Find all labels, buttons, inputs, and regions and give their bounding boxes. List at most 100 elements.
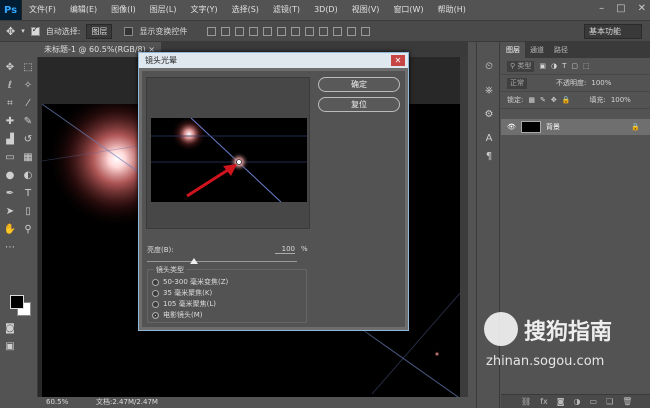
lens-option-105mm[interactable]: 105 毫米聚焦(L) bbox=[152, 299, 216, 309]
auto-select-checkbox[interactable] bbox=[30, 25, 40, 36]
menu-window[interactable]: 窗口(W) bbox=[386, 0, 430, 20]
blur-tool-icon[interactable]: ● bbox=[3, 169, 17, 183]
dodge-tool-icon[interactable]: ◐ bbox=[21, 169, 35, 183]
opacity-value[interactable]: 100% bbox=[591, 79, 611, 87]
pen-tool-icon[interactable]: ✒ bbox=[3, 187, 17, 201]
brush-tool-icon[interactable]: ✎ bbox=[21, 115, 35, 129]
lens-option-zoom[interactable]: 50-300 毫米变焦(Z) bbox=[152, 277, 228, 287]
distribute-right-icon[interactable] bbox=[361, 26, 371, 36]
properties-panel-icon[interactable]: ⚙ bbox=[482, 108, 496, 122]
lens-option-35mm[interactable]: 35 毫米聚焦(K) bbox=[152, 288, 212, 298]
quick-mask-icon[interactable]: ◙ bbox=[3, 322, 17, 336]
filter-smart-icon[interactable]: ⬚ bbox=[583, 62, 590, 70]
mask-icon[interactable]: ◙ bbox=[557, 397, 565, 406]
lock-position-icon[interactable]: ✥ bbox=[551, 96, 557, 104]
align-top-icon[interactable] bbox=[207, 26, 217, 36]
history-panel-icon[interactable]: ⏲ bbox=[482, 60, 496, 74]
align-right-icon[interactable] bbox=[277, 26, 287, 36]
filter-pixel-icon[interactable]: ▣ bbox=[539, 62, 546, 70]
radio-button[interactable] bbox=[152, 289, 159, 297]
menu-help[interactable]: 帮助(H) bbox=[431, 0, 473, 20]
auto-select-dropdown[interactable]: 图层 bbox=[86, 23, 113, 39]
hand-tool-icon[interactable]: ✋ bbox=[3, 223, 17, 237]
menu-image[interactable]: 图像(I) bbox=[104, 0, 143, 20]
menu-layer[interactable]: 图层(L) bbox=[143, 0, 184, 20]
menu-select[interactable]: 选择(S) bbox=[225, 0, 266, 20]
fx-icon[interactable]: fx bbox=[540, 397, 548, 406]
brightness-slider-track[interactable] bbox=[147, 261, 297, 262]
gradient-tool-icon[interactable]: ▦ bbox=[21, 151, 35, 165]
filter-shape-icon[interactable]: ▢ bbox=[571, 62, 578, 70]
link-layers-icon[interactable]: ⛓ bbox=[521, 397, 531, 406]
distribute-top-icon[interactable] bbox=[291, 26, 301, 36]
menu-type[interactable]: 文字(Y) bbox=[183, 0, 224, 20]
reset-button[interactable]: 复位 bbox=[318, 97, 400, 112]
character-panel-icon[interactable]: A bbox=[482, 132, 496, 146]
actions-panel-icon[interactable]: ⎈ bbox=[482, 84, 496, 98]
tab-layers[interactable]: 图层 bbox=[501, 42, 525, 58]
eraser-icon[interactable]: ▭ bbox=[3, 151, 17, 165]
brightness-input[interactable]: 100 bbox=[275, 245, 295, 254]
lock-all-icon[interactable]: 🔒 bbox=[562, 96, 571, 104]
healing-brush-icon[interactable]: ✚ bbox=[3, 115, 17, 129]
path-select-icon[interactable]: ➤ bbox=[3, 205, 17, 219]
tool-preset-icon[interactable]: ▾ bbox=[21, 27, 25, 35]
distribute-hcenter-icon[interactable] bbox=[347, 26, 357, 36]
rectangle-tool-icon[interactable]: ▯ bbox=[21, 205, 35, 219]
doc-size-info[interactable]: 文档:2.47M/2.47M bbox=[96, 397, 158, 408]
show-transform-checkbox[interactable] bbox=[124, 26, 134, 36]
screen-mode-icon[interactable]: ▣ bbox=[3, 340, 17, 354]
new-layer-icon[interactable]: ❏ bbox=[606, 397, 613, 406]
distribute-left-icon[interactable] bbox=[333, 26, 343, 36]
align-hcenter-icon[interactable] bbox=[263, 26, 273, 36]
foreground-color-swatch[interactable] bbox=[10, 295, 24, 309]
paragraph-panel-icon[interactable]: ¶ bbox=[482, 150, 496, 164]
close-window-icon[interactable]: ✕ bbox=[638, 3, 646, 14]
move-tool-icon[interactable]: ✥ bbox=[3, 61, 17, 75]
distribute-vcenter-icon[interactable] bbox=[305, 26, 315, 36]
magic-wand-icon[interactable]: ✧ bbox=[21, 79, 35, 93]
history-brush-icon[interactable]: ↺ bbox=[21, 133, 35, 147]
eyedropper-icon[interactable]: ⁄ bbox=[21, 97, 35, 111]
trash-icon[interactable]: 🗑 bbox=[622, 397, 632, 406]
workspace-dropdown[interactable]: 基本功能 bbox=[584, 24, 642, 39]
radio-button[interactable] bbox=[152, 300, 159, 308]
zoom-tool-icon[interactable]: ⚲ bbox=[21, 223, 35, 237]
fill-value[interactable]: 100% bbox=[611, 96, 631, 104]
brightness-slider-thumb[interactable] bbox=[189, 258, 198, 264]
filter-type-icon[interactable]: T bbox=[562, 62, 566, 70]
menu-edit[interactable]: 编辑(E) bbox=[63, 0, 104, 20]
menu-file[interactable]: 文件(F) bbox=[22, 0, 63, 20]
type-tool-icon[interactable]: T bbox=[21, 187, 35, 201]
more-tools-icon[interactable]: ⋯ bbox=[3, 241, 17, 255]
minimize-icon[interactable]: – bbox=[599, 3, 604, 14]
clone-stamp-icon[interactable]: ▟ bbox=[3, 133, 17, 147]
layer-item[interactable]: 👁 背景 🔒 bbox=[501, 119, 650, 135]
group-icon[interactable]: ▭ bbox=[589, 397, 597, 406]
filter-adjust-icon[interactable]: ◑ bbox=[551, 62, 557, 70]
align-vcenter-icon[interactable] bbox=[221, 26, 231, 36]
lock-pixels-icon[interactable]: ▦ bbox=[528, 96, 535, 104]
marquee-tool-icon[interactable]: ⬚ bbox=[21, 61, 35, 75]
tab-paths[interactable]: 路径 bbox=[549, 42, 573, 58]
lasso-tool-icon[interactable]: ℓ bbox=[3, 79, 17, 93]
menu-3d[interactable]: 3D(D) bbox=[307, 0, 345, 20]
menu-view[interactable]: 视图(V) bbox=[345, 0, 387, 20]
move-tool-icon[interactable]: ✥ bbox=[6, 25, 15, 38]
blend-mode-dropdown[interactable]: 正常 bbox=[507, 77, 527, 89]
zoom-level[interactable]: 60.5% bbox=[46, 397, 68, 408]
flare-preview-image[interactable] bbox=[151, 118, 307, 202]
lens-option-movie[interactable]: 电影镜头(M) bbox=[152, 310, 203, 320]
menu-filter[interactable]: 滤镜(T) bbox=[266, 0, 307, 20]
visibility-eye-icon[interactable]: 👁 bbox=[507, 123, 516, 131]
lock-paint-icon[interactable]: ✎ bbox=[540, 96, 546, 104]
layer-filter-dropdown[interactable]: ⚲ 类型 bbox=[507, 60, 535, 72]
adjustment-icon[interactable]: ◑ bbox=[573, 397, 580, 406]
align-left-icon[interactable] bbox=[249, 26, 259, 36]
canvas-scrollbar[interactable] bbox=[460, 57, 468, 397]
dialog-close-icon[interactable]: ✕ bbox=[391, 55, 405, 66]
align-bottom-icon[interactable] bbox=[235, 26, 245, 36]
distribute-bottom-icon[interactable] bbox=[319, 26, 329, 36]
radio-button-selected[interactable] bbox=[152, 311, 159, 319]
radio-button[interactable] bbox=[152, 278, 159, 286]
